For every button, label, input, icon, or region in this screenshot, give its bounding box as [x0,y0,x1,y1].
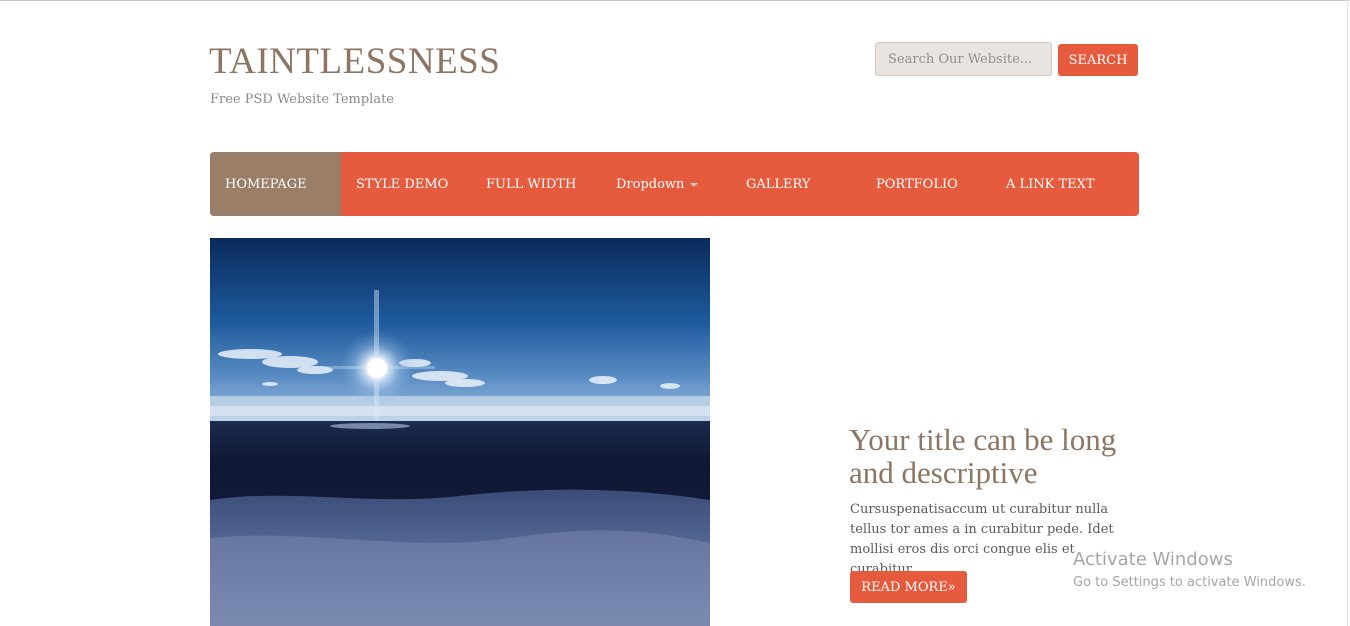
nav-item-label: GALLERY [746,176,811,192]
nav-item-gallery[interactable]: GALLERY [731,152,861,216]
caret-down-icon [690,183,699,187]
post-title[interactable]: Your title can be long and descriptive [849,423,1149,489]
winter-sunset-photo [210,238,710,626]
nav-item-full-width[interactable]: FULL WIDTH [471,152,601,216]
main-navigation: HOMEPAGE STYLE DEMO FULL WIDTH Dropdown … [210,152,1139,216]
nav-item-label: PORTFOLIO [876,176,958,192]
read-more-button[interactable]: READ MORE» [850,571,967,603]
nav-item-label: STYLE DEMO [356,176,449,192]
nav-item-label: HOMEPAGE [225,176,307,192]
top-border [0,0,1350,1]
activation-watermark-title: Activate Windows [1073,549,1233,570]
site-tagline: Free PSD Website Template [210,92,394,107]
nav-item-a-link-text[interactable]: A LINK TEXT [991,152,1139,216]
nav-item-label: A LINK TEXT [1006,176,1095,192]
nav-item-style-demo[interactable]: STYLE DEMO [341,152,471,216]
search-input[interactable] [875,42,1052,76]
featured-image[interactable] [210,238,710,626]
site-title[interactable]: TAINTLESSNESS [209,40,500,83]
nav-item-homepage[interactable]: HOMEPAGE [210,152,341,216]
search-button[interactable]: SEARCH [1058,44,1138,76]
activation-watermark-subtitle: Go to Settings to activate Windows. [1073,575,1306,590]
right-border [1347,0,1348,626]
nav-item-label: FULL WIDTH [486,176,577,192]
nav-item-portfolio[interactable]: PORTFOLIO [861,152,991,216]
nav-item-label: Dropdown [616,176,685,192]
nav-item-dropdown[interactable]: Dropdown [601,152,731,216]
